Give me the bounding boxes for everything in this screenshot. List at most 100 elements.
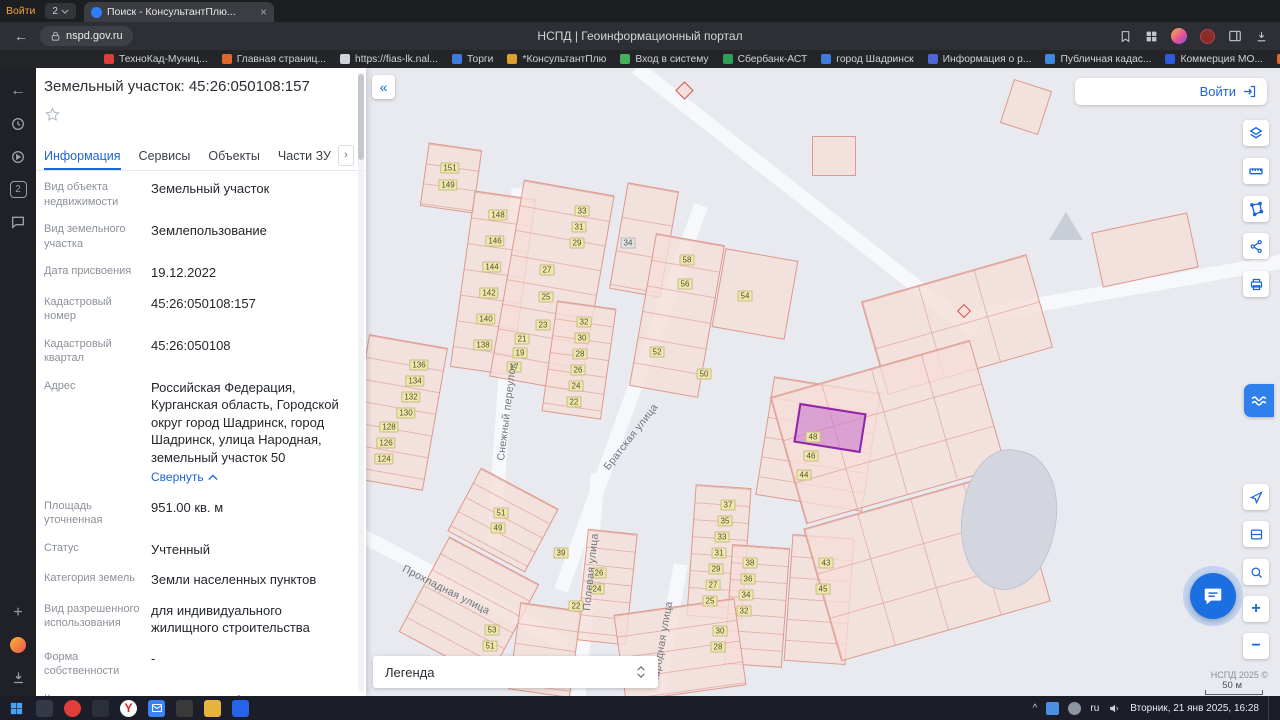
- bookmark-item[interactable]: Публичная кадас...: [1045, 54, 1151, 65]
- parcel-number-chip[interactable]: 25: [702, 595, 718, 607]
- parcel-number-chip[interactable]: 37: [720, 499, 736, 511]
- sidebar-add-icon[interactable]: +: [9, 604, 27, 622]
- parcel-number-chip[interactable]: 31: [711, 547, 727, 559]
- parcel-number-chip[interactable]: 132: [401, 391, 421, 403]
- legend-bar[interactable]: Легенда: [373, 656, 658, 688]
- parcel-number-chip[interactable]: 35: [717, 515, 733, 527]
- parcel-number-chip[interactable]: 38: [742, 557, 758, 569]
- bookmark-item[interactable]: https://fias-lk.nal...: [340, 54, 438, 65]
- parcel-number-chip[interactable]: 32: [576, 316, 592, 328]
- parcel-number-chip[interactable]: 36: [740, 573, 756, 585]
- mail-app-icon[interactable]: [148, 699, 165, 717]
- download-icon[interactable]: [1255, 30, 1268, 43]
- panel-tab[interactable]: Части ЗУ: [278, 142, 331, 170]
- parcel-number-chip[interactable]: 32: [736, 605, 752, 617]
- parcel-number-chip[interactable]: 136: [409, 359, 429, 371]
- tray-icon[interactable]: [1068, 701, 1082, 715]
- parcel-number-chip[interactable]: 29: [569, 237, 585, 249]
- geolocation-button[interactable]: [1243, 484, 1269, 510]
- tabs-panel-icon[interactable]: 2: [9, 181, 27, 198]
- taskbar-app-icon[interactable]: [232, 699, 249, 717]
- parcel-number-chip[interactable]: 146: [485, 235, 505, 247]
- sidebar-back-icon[interactable]: ←: [9, 82, 27, 100]
- share-button[interactable]: [1243, 233, 1269, 259]
- parcel-number-chip[interactable]: 34: [620, 237, 636, 249]
- zoom-out-button[interactable]: −: [1243, 633, 1269, 659]
- downloads-icon[interactable]: [9, 668, 27, 686]
- taskbar-app-icon[interactable]: [92, 699, 109, 717]
- parcel-number-chip[interactable]: 58: [679, 254, 695, 266]
- parcel-number-chip[interactable]: 26: [570, 364, 586, 376]
- explorer-icon[interactable]: [204, 699, 221, 717]
- back-icon[interactable]: ←: [14, 28, 28, 44]
- language-indicator[interactable]: ru: [1090, 703, 1099, 714]
- taskbar-app-icon[interactable]: [36, 699, 53, 717]
- parcel-number-chip[interactable]: 25: [538, 291, 554, 303]
- url-field[interactable]: nspd.gov.ru: [40, 26, 133, 46]
- parcel-number-chip[interactable]: 28: [710, 641, 726, 653]
- parcel-number-chip[interactable]: 50: [696, 368, 712, 380]
- tab-group-button[interactable]: 2: [45, 3, 76, 19]
- collections-grid-icon[interactable]: [1145, 30, 1158, 43]
- panel-tab[interactable]: Объекты: [208, 142, 260, 170]
- parcel-number-chip[interactable]: 124: [374, 453, 394, 465]
- parcel-number-chip[interactable]: 28: [572, 348, 588, 360]
- alice-icon[interactable]: [1200, 28, 1215, 44]
- panel-scrollbar[interactable]: [358, 72, 364, 692]
- sidebar-toggle-icon[interactable]: [1228, 29, 1242, 43]
- layers-button[interactable]: [1243, 120, 1269, 146]
- tab-close-icon[interactable]: ×: [260, 6, 267, 18]
- parcel-number-chip[interactable]: 126: [376, 437, 396, 449]
- collapse-address-link[interactable]: Свернуть: [151, 469, 350, 485]
- show-desktop-button[interactable]: [1268, 696, 1272, 720]
- parcel-number-chip[interactable]: 33: [574, 205, 590, 217]
- parcel-number-chip[interactable]: 49: [490, 522, 506, 534]
- parcel-number-chip[interactable]: 138: [473, 339, 493, 351]
- parcel-number-chip[interactable]: 149: [438, 179, 458, 191]
- bookmark-item[interactable]: Вход в систему: [620, 54, 709, 65]
- tray-expand-icon[interactable]: ^: [1033, 703, 1038, 714]
- cadastral-block[interactable]: [999, 78, 1053, 136]
- browser-tab[interactable]: Поиск - КонсультантПлю... ×: [83, 2, 274, 22]
- parcel-number-chip[interactable]: 51: [482, 640, 498, 652]
- panel-tab[interactable]: Информация: [44, 142, 121, 170]
- chat-support-button[interactable]: [1190, 573, 1236, 619]
- parcel-number-chip[interactable]: 151: [440, 162, 460, 174]
- map-login-button[interactable]: Войти: [1075, 78, 1267, 105]
- parcel-number-chip[interactable]: 130: [396, 407, 416, 419]
- parcel-number-chip[interactable]: 148: [488, 209, 508, 221]
- yandex-browser-icon[interactable]: Y: [120, 699, 137, 717]
- tray-icon[interactable]: [1046, 701, 1060, 715]
- bookmark-item[interactable]: *КонсультантПлю: [507, 54, 606, 65]
- parcel-number-chip[interactable]: 29: [708, 563, 724, 575]
- parcel-number-chip[interactable]: 144: [482, 261, 502, 273]
- parcel-number-chip[interactable]: 56: [677, 278, 693, 290]
- search-area-button[interactable]: [1243, 559, 1269, 585]
- measure-area-button[interactable]: [1243, 196, 1269, 222]
- parcel-number-chip[interactable]: 52: [649, 346, 665, 358]
- parcel-number-chip[interactable]: 34: [738, 589, 754, 601]
- parcel-number-chip[interactable]: 24: [568, 380, 584, 392]
- bookmark-item[interactable]: город Шадринск: [821, 54, 914, 65]
- favorite-star-icon[interactable]: [44, 106, 61, 126]
- water-layers-button[interactable]: [1244, 384, 1274, 417]
- parcel-number-chip[interactable]: 33: [714, 531, 730, 543]
- panel-tab[interactable]: Сервисы: [139, 142, 191, 170]
- parcel-number-chip[interactable]: 19: [512, 347, 528, 359]
- profile-avatar[interactable]: [1171, 28, 1187, 44]
- taskbar-app-icon[interactable]: [64, 699, 81, 717]
- yandex-services-icon[interactable]: [10, 637, 26, 653]
- parcel-number-chip[interactable]: 53: [484, 624, 500, 636]
- volume-icon[interactable]: [1108, 702, 1121, 715]
- bookmark-item[interactable]: Информация о р...: [927, 54, 1031, 65]
- messenger-icon[interactable]: [9, 213, 27, 231]
- parcel-number-chip[interactable]: 23: [535, 319, 551, 331]
- parcel-number-chip[interactable]: 142: [479, 287, 499, 299]
- legend-expander-icon[interactable]: [636, 666, 646, 678]
- cadastral-block[interactable]: [812, 136, 856, 176]
- parcel-number-chip[interactable]: 45: [815, 583, 831, 595]
- panel-collapse-button[interactable]: «: [372, 75, 395, 99]
- taskbar-app-icon[interactable]: [176, 699, 193, 717]
- parcel-number-chip[interactable]: 54: [737, 290, 753, 302]
- bookmark-item[interactable]: Коммерция МО...: [1165, 54, 1263, 65]
